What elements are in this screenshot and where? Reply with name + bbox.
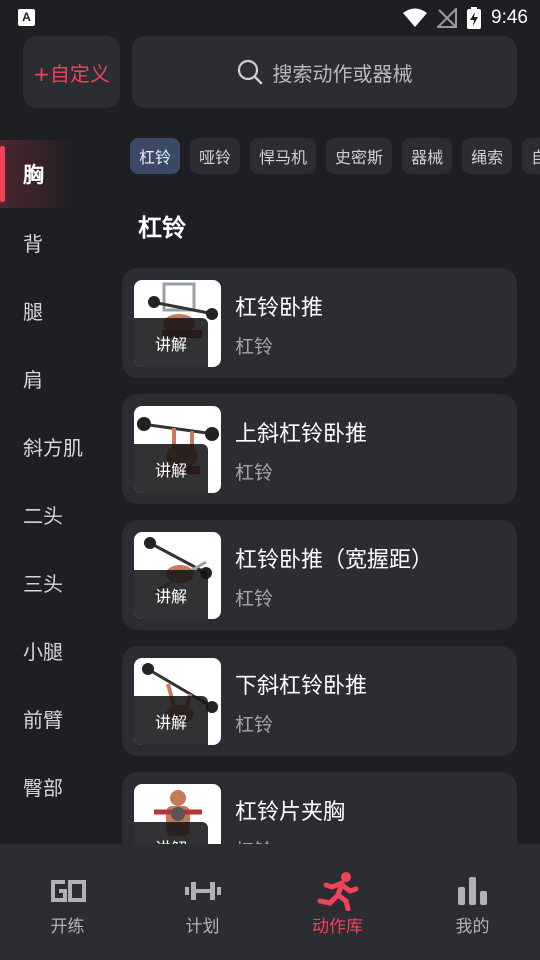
exercise-name: 杠铃卧推	[235, 296, 324, 321]
wifi-icon	[403, 8, 428, 27]
sidebar-item-triceps[interactable]: 三头	[0, 548, 110, 616]
exercise-name: 下斜杠铃卧推	[235, 674, 368, 699]
running-person-icon	[316, 872, 360, 911]
sidebar-item-legs[interactable]: 腿	[0, 276, 110, 344]
exercise-card[interactable]: 讲解 杠铃卧推（宽握距） 杠铃	[122, 520, 517, 630]
sidebar-item-calves[interactable]: 小腿	[0, 616, 110, 684]
tutorial-badge: 讲解	[134, 822, 208, 844]
section-title: 杠铃	[138, 214, 186, 242]
status-bar: A 9:46	[0, 0, 540, 36]
muscle-category-sidebar: 胸 背 腿 肩 斜方肌 二头 三头 小腿 前臂 臀部	[0, 140, 110, 844]
filter-chip-smith[interactable]: 史密斯	[326, 138, 393, 174]
filter-chip-hammer-machine[interactable]: 悍马机	[250, 138, 317, 174]
exercise-equipment: 杠铃	[235, 588, 274, 610]
exercise-thumbnail: 讲解	[134, 784, 221, 844]
exercise-thumbnail: 讲解	[134, 406, 221, 493]
nav-tab-exercise-library-label: 动作库	[312, 917, 363, 937]
clock-time: 9:46	[491, 7, 528, 28]
filter-chip-cable[interactable]: 绳索	[462, 138, 513, 174]
nav-tab-plan[interactable]: 计划	[135, 844, 270, 960]
tutorial-badge: 讲解	[134, 570, 208, 619]
exercise-card[interactable]: 讲解 上斜杠铃卧推 杠铃	[122, 394, 517, 504]
tutorial-badge: 讲解	[134, 444, 208, 493]
sidebar-item-chest[interactable]: 胸	[0, 140, 110, 208]
dumbbell-icon	[183, 874, 223, 908]
exercise-name: 上斜杠铃卧推	[235, 422, 368, 447]
sidebar-item-forearms[interactable]: 前臂	[0, 684, 110, 752]
nav-tab-profile[interactable]: 我的	[405, 844, 540, 960]
custom-exercise-button[interactable]: +自定义	[23, 36, 120, 108]
exercise-list: 讲解 杠铃卧推 杠铃 讲解 上斜杠铃卧推 杠铃 讲解 杠铃卧推（宽握距） 杠铃 …	[122, 268, 517, 844]
exercise-thumbnail: 讲解	[134, 280, 221, 367]
nav-tab-profile-label: 我的	[455, 917, 490, 937]
go-icon	[48, 874, 88, 908]
exercise-equipment: 杠铃	[235, 714, 274, 736]
sidebar-item-glutes[interactable]: 臀部	[0, 752, 110, 820]
exercise-card[interactable]: 讲解 杠铃片夹胸 杠铃	[122, 772, 517, 844]
sidebar-item-trapezius[interactable]: 斜方肌	[0, 412, 110, 480]
filter-chip-barbell[interactable]: 杠铃	[130, 138, 181, 174]
exercise-name: 杠铃片夹胸	[235, 800, 346, 825]
exercise-equipment: 杠铃	[235, 462, 274, 484]
tutorial-badge: 讲解	[134, 318, 208, 367]
equipment-filter-bar: 杠铃 哑铃 悍马机 史密斯 器械 绳索 自	[130, 138, 540, 174]
exercise-name: 杠铃卧推（宽握距）	[235, 548, 434, 573]
nav-tab-train[interactable]: 开练	[0, 844, 135, 960]
search-input[interactable]: 搜索动作或器械	[132, 36, 517, 108]
nav-tab-exercise-library[interactable]: 动作库	[270, 844, 405, 960]
filter-chip-machine[interactable]: 器械	[402, 138, 453, 174]
bar-chart-icon	[456, 874, 490, 908]
sidebar-item-shoulders[interactable]: 肩	[0, 344, 110, 412]
bottom-navigation: 开练 计划 动作库 我的	[0, 844, 540, 960]
sidebar-item-biceps[interactable]: 二头	[0, 480, 110, 548]
battery-charging-icon	[467, 7, 482, 29]
filter-chip-more[interactable]: 自	[522, 138, 540, 174]
exercise-equipment: 杠铃	[235, 836, 273, 844]
nav-tab-plan-label: 计划	[185, 917, 220, 937]
tutorial-badge: 讲解	[134, 696, 208, 745]
sidebar-item-back[interactable]: 背	[0, 208, 110, 276]
filter-chip-dumbbell[interactable]: 哑铃	[190, 138, 241, 174]
search-placeholder: 搜索动作或器械	[272, 61, 413, 86]
app-notification-icon: A	[18, 9, 35, 26]
exercise-thumbnail: 讲解	[134, 532, 221, 619]
exercise-equipment: 杠铃	[235, 336, 274, 358]
exercise-card[interactable]: 讲解 下斜杠铃卧推 杠铃	[122, 646, 517, 756]
exercise-thumbnail: 讲解	[134, 658, 221, 745]
nav-tab-train-label: 开练	[50, 917, 85, 937]
search-icon	[237, 59, 262, 85]
no-signal-icon	[437, 8, 458, 28]
exercise-card[interactable]: 讲解 杠铃卧推 杠铃	[122, 268, 517, 378]
